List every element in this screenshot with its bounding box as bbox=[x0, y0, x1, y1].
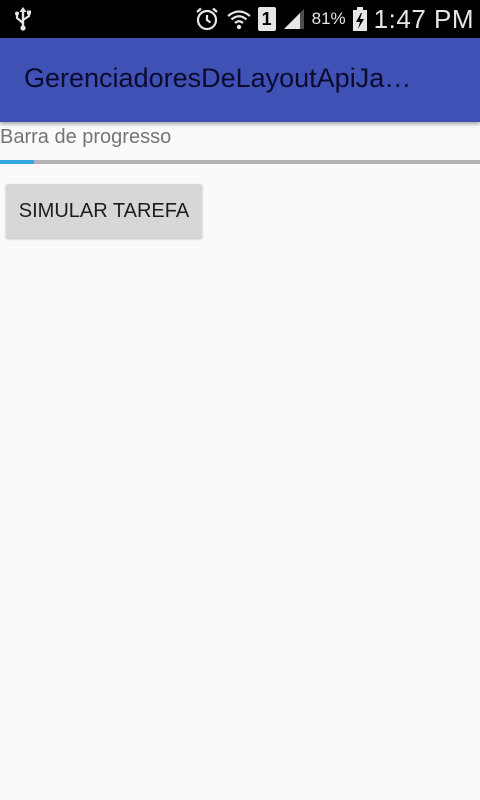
app-title: GerenciadoresDeLayoutApiJa… bbox=[24, 63, 412, 93]
progress-bar bbox=[0, 160, 480, 164]
clock-time: 1:47 PM bbox=[373, 3, 474, 34]
status-bar: 1 81% 1:47 PM bbox=[0, 0, 480, 38]
battery-percent: 81% bbox=[311, 9, 346, 28]
main-content: Barra de progresso SIMULAR TAREFA bbox=[0, 122, 480, 800]
usb-icon bbox=[10, 6, 36, 32]
signal-icon bbox=[282, 7, 306, 31]
wifi-icon bbox=[226, 7, 252, 31]
simulate-task-button[interactable]: SIMULAR TAREFA bbox=[6, 184, 202, 238]
status-icons: 1 81% 1:47 PM bbox=[194, 0, 474, 38]
app-bar: GerenciadoresDeLayoutApiJa… bbox=[0, 38, 480, 122]
alarm-icon bbox=[194, 6, 220, 32]
battery-charging-icon bbox=[352, 6, 368, 32]
progress-fill bbox=[0, 160, 34, 164]
sim-icon: 1 bbox=[257, 7, 276, 31]
progress-label: Barra de progresso bbox=[0, 126, 172, 148]
